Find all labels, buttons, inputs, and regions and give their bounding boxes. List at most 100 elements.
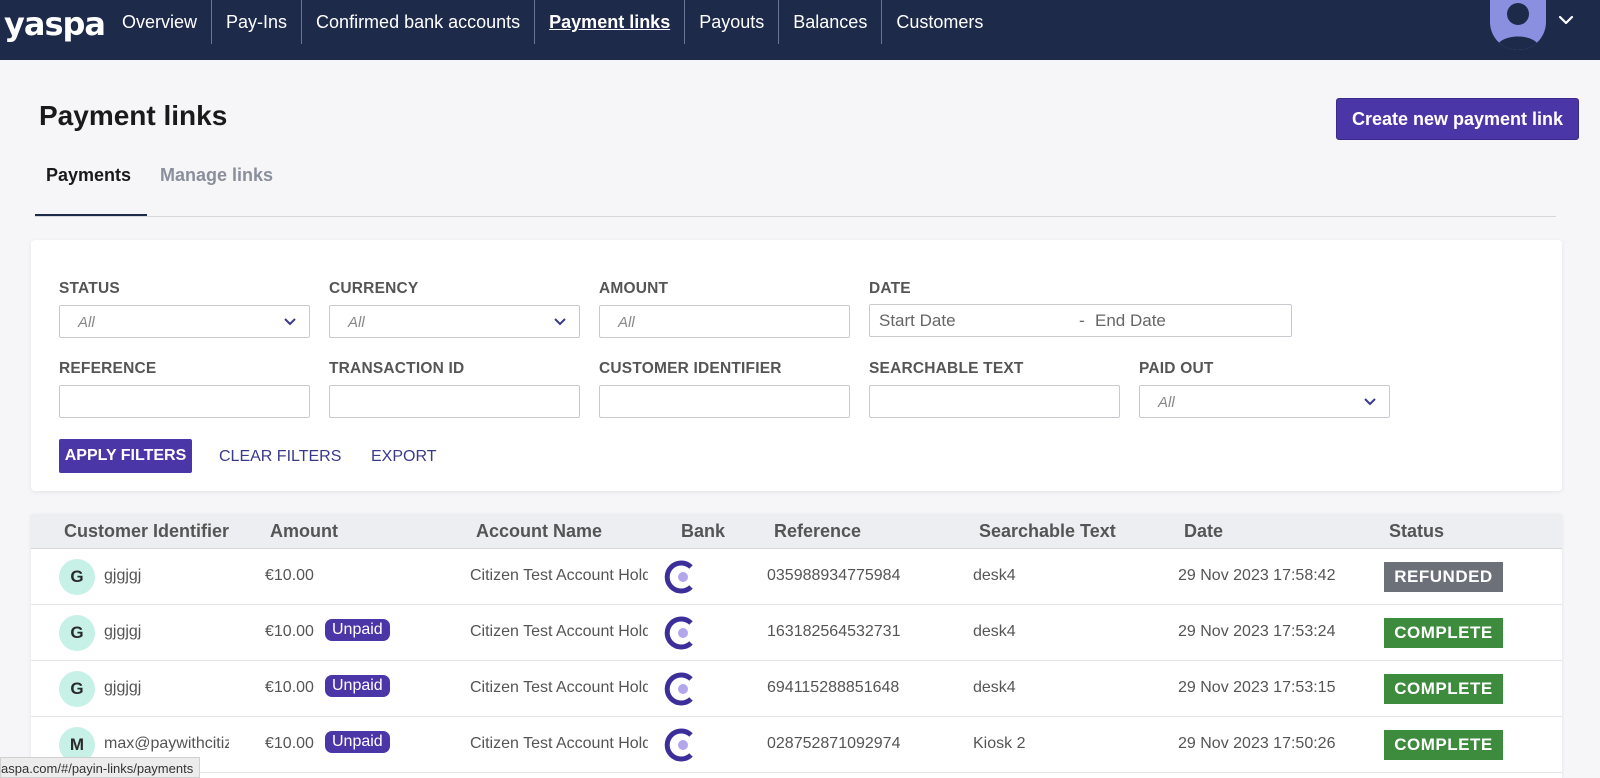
searchable-text-filter-label: SEARCHABLE TEXT bbox=[869, 360, 1024, 377]
column-account-name[interactable]: Account Name bbox=[476, 521, 602, 542]
status-filter-label: STATUS bbox=[59, 280, 120, 297]
date-cell: 29 Nov 2023 17:53:24 bbox=[1178, 623, 1336, 640]
searchable-text-cell: desk4 bbox=[973, 567, 1016, 584]
user-icon bbox=[1496, 3, 1540, 50]
amount-cell: €10.00 bbox=[265, 567, 314, 584]
status-select-value: All bbox=[78, 314, 95, 331]
customer-identifier-cell: gjgjgj bbox=[104, 623, 142, 640]
amount-input[interactable]: All bbox=[599, 305, 850, 338]
payments-table: Customer Identifier Amount Account Name … bbox=[31, 514, 1562, 778]
amount-cell: €10.00 bbox=[265, 735, 314, 752]
status-badge: REFUNDED bbox=[1384, 562, 1503, 592]
logo-text: yaspa bbox=[4, 5, 106, 43]
table-row[interactable]: G gjgjgj €10.00 Unpaid Citizen Test Acco… bbox=[31, 605, 1562, 661]
bank-logo-icon bbox=[664, 728, 693, 762]
reference-cell: 163182564532731 bbox=[767, 623, 901, 640]
yaspa-logo[interactable]: yaspa bbox=[4, 5, 106, 43]
active-tab-indicator bbox=[35, 214, 147, 216]
amount-filter-label: AMOUNT bbox=[599, 280, 669, 297]
bank-logo-icon bbox=[664, 672, 693, 706]
amount-cell: €10.00 bbox=[265, 623, 314, 640]
start-date-placeholder: Start Date bbox=[879, 311, 956, 330]
bank-logo-icon bbox=[664, 560, 693, 594]
nav-item-payouts[interactable]: Payouts bbox=[685, 0, 780, 44]
table-row[interactable]: M max@paywithcitizen €10.00 Unpaid Citiz… bbox=[31, 717, 1562, 773]
tab-payments[interactable]: Payments bbox=[46, 165, 131, 186]
customer-avatar: G bbox=[59, 671, 95, 707]
customer-identifier-cell: gjgjgj bbox=[104, 679, 142, 696]
unpaid-badge: Unpaid bbox=[325, 619, 390, 641]
status-badge: COMPLETE bbox=[1384, 618, 1503, 648]
status-badge: COMPLETE bbox=[1384, 674, 1503, 704]
column-customer-identifier[interactable]: Customer Identifier bbox=[64, 521, 229, 542]
filter-panel: STATUS All CURRENCY All AMOUNT All DATE … bbox=[31, 240, 1562, 491]
column-status[interactable]: Status bbox=[1389, 521, 1444, 542]
column-reference[interactable]: Reference bbox=[774, 521, 861, 542]
unpaid-badge: Unpaid bbox=[325, 731, 390, 753]
reference-cell: 035988934775984 bbox=[767, 567, 901, 584]
date-cell: 29 Nov 2023 17:58:42 bbox=[1178, 567, 1336, 584]
status-bar-url: aspa.com/#/payin-links/payments bbox=[0, 757, 201, 778]
paid-out-select-value: All bbox=[1158, 394, 1175, 411]
date-cell: 29 Nov 2023 17:53:15 bbox=[1178, 679, 1336, 696]
status-badge: COMPLETE bbox=[1384, 730, 1503, 760]
table-row[interactable]: G gjgjgj €10.00 Unpaid Citizen Test Acco… bbox=[31, 661, 1562, 717]
create-payment-link-button[interactable]: Create new payment link bbox=[1336, 98, 1579, 140]
user-avatar[interactable] bbox=[1490, 0, 1546, 50]
reference-filter-label: REFERENCE bbox=[59, 360, 157, 377]
customer-identifier-input[interactable] bbox=[599, 385, 850, 418]
page-title: Payment links bbox=[39, 100, 228, 131]
nav-item-balances[interactable]: Balances bbox=[779, 0, 883, 44]
nav-item-customers[interactable]: Customers bbox=[882, 0, 997, 44]
nav-item-pay-ins[interactable]: Pay-Ins bbox=[212, 0, 303, 44]
transaction-id-input[interactable] bbox=[329, 385, 580, 418]
date-separator: - bbox=[1079, 311, 1085, 330]
status-select[interactable]: All bbox=[59, 305, 310, 338]
reference-cell: 694115288851648 bbox=[767, 679, 900, 696]
column-bank[interactable]: Bank bbox=[681, 521, 725, 542]
currency-select-value: All bbox=[348, 314, 365, 331]
transaction-id-filter-label: TRANSACTION ID bbox=[329, 360, 465, 377]
searchable-text-cell: desk4 bbox=[973, 679, 1016, 696]
searchable-text-cell: desk4 bbox=[973, 623, 1016, 640]
chevron-down-icon bbox=[554, 318, 566, 326]
account-name-cell: Citizen Test Account Holder bbox=[470, 679, 648, 696]
paid-out-filter-label: PAID OUT bbox=[1139, 360, 1214, 377]
top-navigation: yaspa Overview Pay-Ins Confirmed bank ac… bbox=[0, 0, 1600, 60]
currency-select[interactable]: All bbox=[329, 305, 580, 338]
date-range-input[interactable]: Start Date - End Date bbox=[869, 304, 1292, 337]
customer-identifier-filter-label: CUSTOMER IDENTIFIER bbox=[599, 360, 782, 377]
tab-manage-links[interactable]: Manage links bbox=[160, 165, 273, 186]
column-date[interactable]: Date bbox=[1184, 521, 1223, 542]
amount-cell: €10.00 bbox=[265, 679, 314, 696]
end-date-placeholder: End Date bbox=[1095, 311, 1166, 330]
column-searchable-text[interactable]: Searchable Text bbox=[979, 521, 1116, 542]
customer-avatar: G bbox=[59, 615, 95, 651]
clear-filters-button[interactable]: CLEAR FILTERS bbox=[219, 448, 341, 466]
nav-item-confirmed-bank-accounts[interactable]: Confirmed bank accounts bbox=[302, 0, 536, 44]
column-amount[interactable]: Amount bbox=[270, 521, 338, 542]
table-row[interactable]: G gjgjgj €10.00 Citizen Test Account Hol… bbox=[31, 549, 1562, 605]
chevron-down-icon[interactable] bbox=[1556, 10, 1576, 30]
amount-input-placeholder: All bbox=[618, 314, 635, 331]
date-cell: 29 Nov 2023 17:50:26 bbox=[1178, 735, 1336, 752]
paid-out-select[interactable]: All bbox=[1139, 385, 1390, 418]
date-filter-label: DATE bbox=[869, 280, 911, 297]
apply-filters-button[interactable]: APPLY FILTERS bbox=[59, 439, 192, 473]
bank-logo-icon bbox=[664, 616, 693, 650]
nav-item-overview[interactable]: Overview bbox=[108, 0, 213, 44]
searchable-text-cell: Kiosk 2 bbox=[973, 735, 1026, 752]
reference-cell: 028752871092974 bbox=[767, 735, 901, 752]
account-name-cell: Citizen Test Account Holder bbox=[470, 623, 648, 640]
export-button[interactable]: EXPORT bbox=[371, 448, 437, 466]
nav-item-payment-links[interactable]: Payment links bbox=[535, 0, 686, 44]
searchable-text-input[interactable] bbox=[869, 385, 1120, 418]
table-header: Customer Identifier Amount Account Name … bbox=[31, 514, 1562, 549]
tabs: Payments Manage links bbox=[35, 155, 1556, 217]
reference-input[interactable] bbox=[59, 385, 310, 418]
customer-identifier-cell: max@paywithcitizen bbox=[104, 735, 229, 752]
account-name-cell: Citizen Test Account Holder bbox=[470, 735, 648, 752]
chevron-down-icon bbox=[284, 318, 296, 326]
customer-identifier-cell: gjgjgj bbox=[104, 567, 142, 584]
nav-items: Overview Pay-Ins Confirmed bank accounts… bbox=[108, 0, 997, 44]
